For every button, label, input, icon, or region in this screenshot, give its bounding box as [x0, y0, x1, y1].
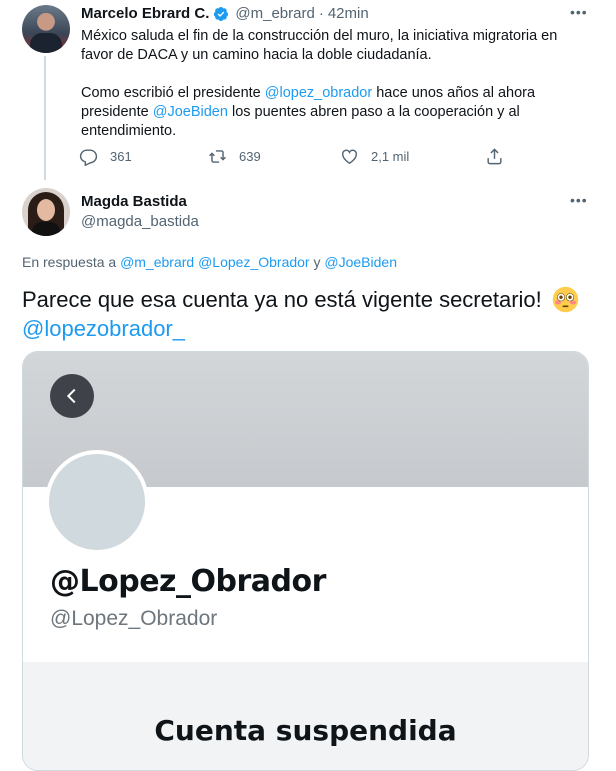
share-icon: [487, 148, 502, 165]
text-span: Como escribió el presidente: [81, 85, 265, 101]
mention-link[interactable]: @JoeBiden: [324, 254, 397, 270]
author-handle[interactable]: @m_ebrard: [235, 5, 314, 22]
reply-button[interactable]: 361: [79, 147, 132, 166]
tweet-paragraph: Como escribió el presidente @lopez_obrad…: [81, 84, 581, 141]
tweet-body: Parece que esa cuenta ya no está vigente…: [22, 287, 542, 312]
profile-handle: @Lopez_Obrador: [50, 607, 218, 630]
parent-tweet[interactable]: Marcelo Ebrard C. @m_ebrard · 42min ••• …: [0, 0, 616, 180]
reply-count: 361: [110, 149, 132, 164]
replying-prefix: En respuesta a: [22, 254, 121, 270]
author-name[interactable]: Magda Bastida: [81, 193, 187, 210]
profile-title: @Lopez_Obrador: [50, 564, 326, 599]
timestamp[interactable]: 42min: [328, 5, 369, 22]
tweet-actions: 361 639 2,1 mil: [0, 147, 616, 169]
avatar[interactable]: [22, 5, 70, 53]
like-count: 2,1 mil: [371, 149, 410, 164]
mention-link[interactable]: @Lopez_Obrador: [198, 254, 310, 270]
replying-and: y: [309, 254, 325, 270]
mention-link[interactable]: @m_ebrard: [120, 254, 194, 270]
replying-to: En respuesta a @m_ebrard @Lopez_Obrador …: [22, 254, 397, 270]
like-button[interactable]: 2,1 mil: [340, 147, 409, 166]
verified-badge-icon: [214, 6, 229, 21]
author-handle[interactable]: @magda_bastida: [81, 213, 199, 230]
separator: ·: [318, 5, 324, 22]
tweet-paragraph: México saluda el fin de la construcción …: [81, 28, 558, 63]
suspended-heading: Cuenta suspendida: [154, 714, 457, 747]
attached-image[interactable]: @Lopez_Obrador @Lopez_Obrador Cuenta sus…: [22, 351, 589, 771]
author-name[interactable]: Marcelo Ebrard C.: [81, 5, 209, 22]
avatar[interactable]: [22, 188, 70, 236]
mention-link[interactable]: @JoeBiden: [153, 104, 228, 120]
retweet-icon: [209, 150, 226, 163]
retweet-count: 639: [239, 149, 261, 164]
mention-link[interactable]: @lopez_obrador: [265, 85, 372, 101]
more-icon[interactable]: •••: [570, 192, 588, 208]
reply-icon: [79, 149, 98, 166]
share-button[interactable]: [485, 147, 516, 166]
mention-link[interactable]: @lopezobrador_: [22, 316, 185, 341]
heart-icon: [342, 149, 357, 165]
tweet-text: México saluda el fin de la construcción …: [81, 27, 581, 141]
tweet-text: Parece que esa cuenta ya no está vigente…: [22, 285, 602, 343]
flushed-face-emoji: [552, 286, 579, 313]
more-icon[interactable]: •••: [570, 4, 588, 20]
retweet-button[interactable]: 639: [208, 147, 261, 166]
tweet-header: Marcelo Ebrard C. @m_ebrard · 42min: [81, 5, 369, 22]
back-button: [50, 374, 94, 418]
profile-avatar: [45, 450, 149, 554]
back-arrow-icon: [66, 388, 76, 404]
